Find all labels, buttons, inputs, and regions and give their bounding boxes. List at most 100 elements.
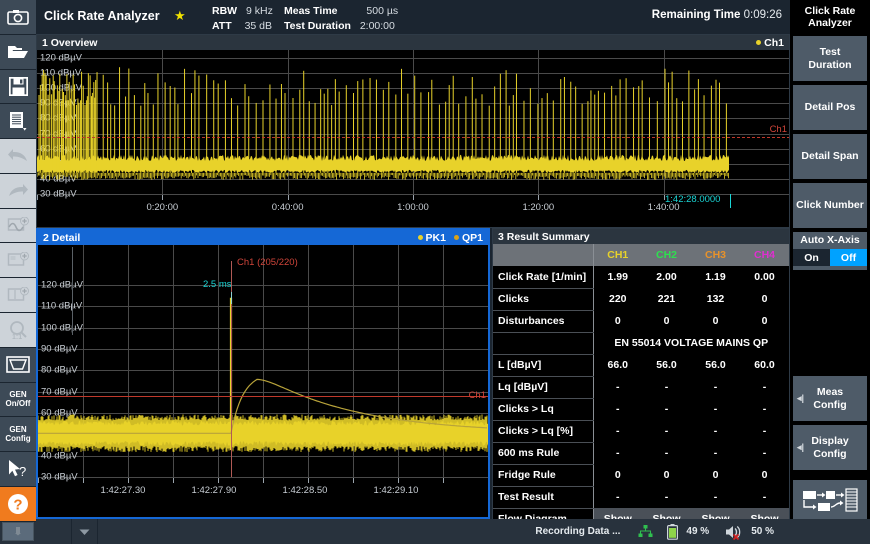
- softkey-auto-x-axis[interactable]: Auto X-Axis On Off: [793, 232, 867, 270]
- table-row: Clicks > Lq [%]----: [493, 420, 789, 442]
- detail-x-tick: 1:42:29.10: [374, 485, 419, 496]
- summary-row-label: Lq [dBµV]: [493, 376, 593, 398]
- summary-cell: -: [642, 376, 691, 398]
- detail-panel[interactable]: 2 Detail PK1 QP1 120 dBµV110 dBµV100 dBµ…: [36, 228, 490, 519]
- summary-cell: 2.00: [642, 266, 691, 288]
- softkey-test-duration-line2: Duration: [808, 59, 851, 72]
- overview-x-tick: 1:20:00: [522, 202, 554, 213]
- header-param-meas-time-key: Meas Time: [284, 5, 338, 17]
- detail-tick: [38, 478, 39, 483]
- detail-x-tick: 1:42:27.90: [192, 485, 237, 496]
- overview-x-tick: 1:00:00: [397, 202, 429, 213]
- status-dropdown-icon[interactable]: [72, 519, 98, 544]
- softkey-click-number[interactable]: Click Number: [793, 183, 867, 228]
- softkey-test-duration[interactable]: Test Duration: [793, 36, 867, 81]
- summary-cell: 0: [740, 310, 789, 332]
- screenshot-icon[interactable]: [0, 0, 36, 35]
- detail-plot[interactable]: 120 dBµV110 dBµV100 dBµV90 dBµV80 dBµV70…: [38, 245, 488, 517]
- summary-cell: -: [691, 442, 740, 464]
- summary-table-body: Click Rate [1/min]1.992.001.190.00Clicks…: [493, 266, 789, 530]
- overview-panel[interactable]: 1 Overview Ch1 120 dBµV110 dBµV100 dBµV9…: [36, 34, 790, 228]
- softkey-test-duration-line1: Test: [808, 46, 851, 59]
- overview-legend: Ch1: [756, 37, 784, 49]
- summary-cell: 1.99: [593, 266, 642, 288]
- gen-onoff-line1: GEN: [9, 390, 26, 399]
- print-report-icon[interactable]: [0, 104, 36, 139]
- auto-x-axis-option-off[interactable]: Off: [830, 249, 867, 266]
- softkey-meas-config-line1: Meas: [813, 386, 846, 399]
- detail-legend-qp1-dot: [454, 235, 459, 240]
- open-folder-icon[interactable]: [0, 35, 36, 70]
- detail-x-tick: 1:42:28.50: [283, 485, 328, 496]
- softkey-panel: Click Rate Analyzer Test Duration Detail…: [790, 0, 870, 544]
- softkey-meas-config[interactable]: ◂| Meas Config: [793, 376, 867, 421]
- overview-legend-ch1: Ch1: [756, 37, 784, 49]
- softkey-display-config-line1: Display: [811, 435, 848, 448]
- summary-row-label: Disturbances: [493, 310, 593, 332]
- header-param-rbw-value: 9 kHz: [246, 5, 273, 17]
- status-bar-right: Recording Data ... 49 % 50 %: [535, 524, 790, 540]
- detail-tick: [443, 478, 444, 483]
- softkey-panel-title: Click Rate Analyzer: [790, 0, 870, 34]
- help-pointer-icon[interactable]: ?: [0, 452, 36, 487]
- star-icon: ★: [174, 8, 186, 24]
- toolbar-more-button[interactable]: [2, 522, 34, 541]
- softkey-click-number-label: Click Number: [796, 199, 864, 212]
- overview-limit-label: Ch1: [770, 124, 787, 135]
- table-row: Lq [dBµV]----: [493, 376, 789, 398]
- summary-cell: -: [593, 398, 642, 420]
- summary-row-label: Fridge Rule: [493, 464, 593, 486]
- svg-text:?: ?: [19, 464, 26, 479]
- overview-title-text: 1 Overview: [42, 37, 97, 49]
- softkey-detail-span[interactable]: Detail Span: [793, 134, 867, 179]
- overview-tick: [538, 195, 539, 200]
- summary-cell: 0: [642, 464, 691, 486]
- summary-cell: -: [691, 486, 740, 508]
- overview-tick: [288, 195, 289, 200]
- generator-config-button[interactable]: GEN Config: [0, 417, 36, 452]
- summary-cell: 0: [740, 464, 789, 486]
- standard-row-blank: [493, 332, 593, 354]
- summary-cell: -: [740, 398, 789, 420]
- overview-panel-title: 1 Overview Ch1: [37, 35, 789, 50]
- summary-cell: -: [740, 442, 789, 464]
- summary-row-label: Test Result: [493, 486, 593, 508]
- volume-muted-icon[interactable]: [725, 524, 743, 540]
- overview-tick: [162, 195, 163, 200]
- softkey-detail-pos[interactable]: Detail Pos: [793, 85, 867, 130]
- detail-tick: [218, 478, 219, 483]
- detail-legend-pk1-dot: [418, 235, 423, 240]
- softkey-status-bar: [790, 519, 870, 544]
- svg-text:?: ?: [13, 496, 22, 513]
- summary-cell: -: [691, 376, 740, 398]
- generator-onoff-button[interactable]: GEN On/Off: [0, 383, 36, 418]
- auto-x-axis-options: On Off: [793, 249, 867, 266]
- remaining-time-value: 0:09:26: [744, 9, 782, 21]
- softkey-display-config[interactable]: ◂| Display Config: [793, 425, 867, 470]
- detail-legend-qp1-label: QP1: [462, 232, 483, 244]
- save-icon[interactable]: [0, 70, 36, 105]
- softkey-meas-config-line2: Config: [813, 399, 846, 412]
- table-row: Fridge Rule0000: [493, 464, 789, 486]
- detail-legend-qp1: QP1: [454, 232, 483, 244]
- summary-cell: -: [691, 420, 740, 442]
- summary-cell: 0: [593, 464, 642, 486]
- result-summary-table: CH1 CH2 CH3 CH4 Click Rate [1/min]1.992.…: [493, 244, 789, 531]
- header-param-test-duration-key: Test Duration: [284, 20, 351, 32]
- summary-cell: -: [740, 420, 789, 442]
- overview-legend-ch1-dot: [756, 40, 761, 45]
- overview-marker-line: [730, 194, 731, 208]
- fullscreen-icon[interactable]: [0, 348, 36, 383]
- battery-percent: 49 %: [686, 526, 709, 537]
- overview-marker-label: 1:42:28.0000: [665, 194, 720, 205]
- remaining-time-label: Remaining Time: [652, 9, 741, 21]
- auto-x-axis-option-on[interactable]: On: [793, 249, 830, 266]
- auto-x-axis-label: Auto X-Axis: [793, 232, 867, 249]
- status-bar-left-pad: [36, 519, 72, 544]
- overview-diagram-icon: [801, 488, 859, 521]
- overview-plot[interactable]: 120 dBµV110 dBµV100 dBµV90 dBµV80 dBµV70…: [37, 50, 789, 227]
- detail-tick: [83, 478, 84, 483]
- help-button[interactable]: ?: [0, 487, 36, 522]
- summary-cell: -: [740, 376, 789, 398]
- network-icon[interactable]: [638, 525, 653, 538]
